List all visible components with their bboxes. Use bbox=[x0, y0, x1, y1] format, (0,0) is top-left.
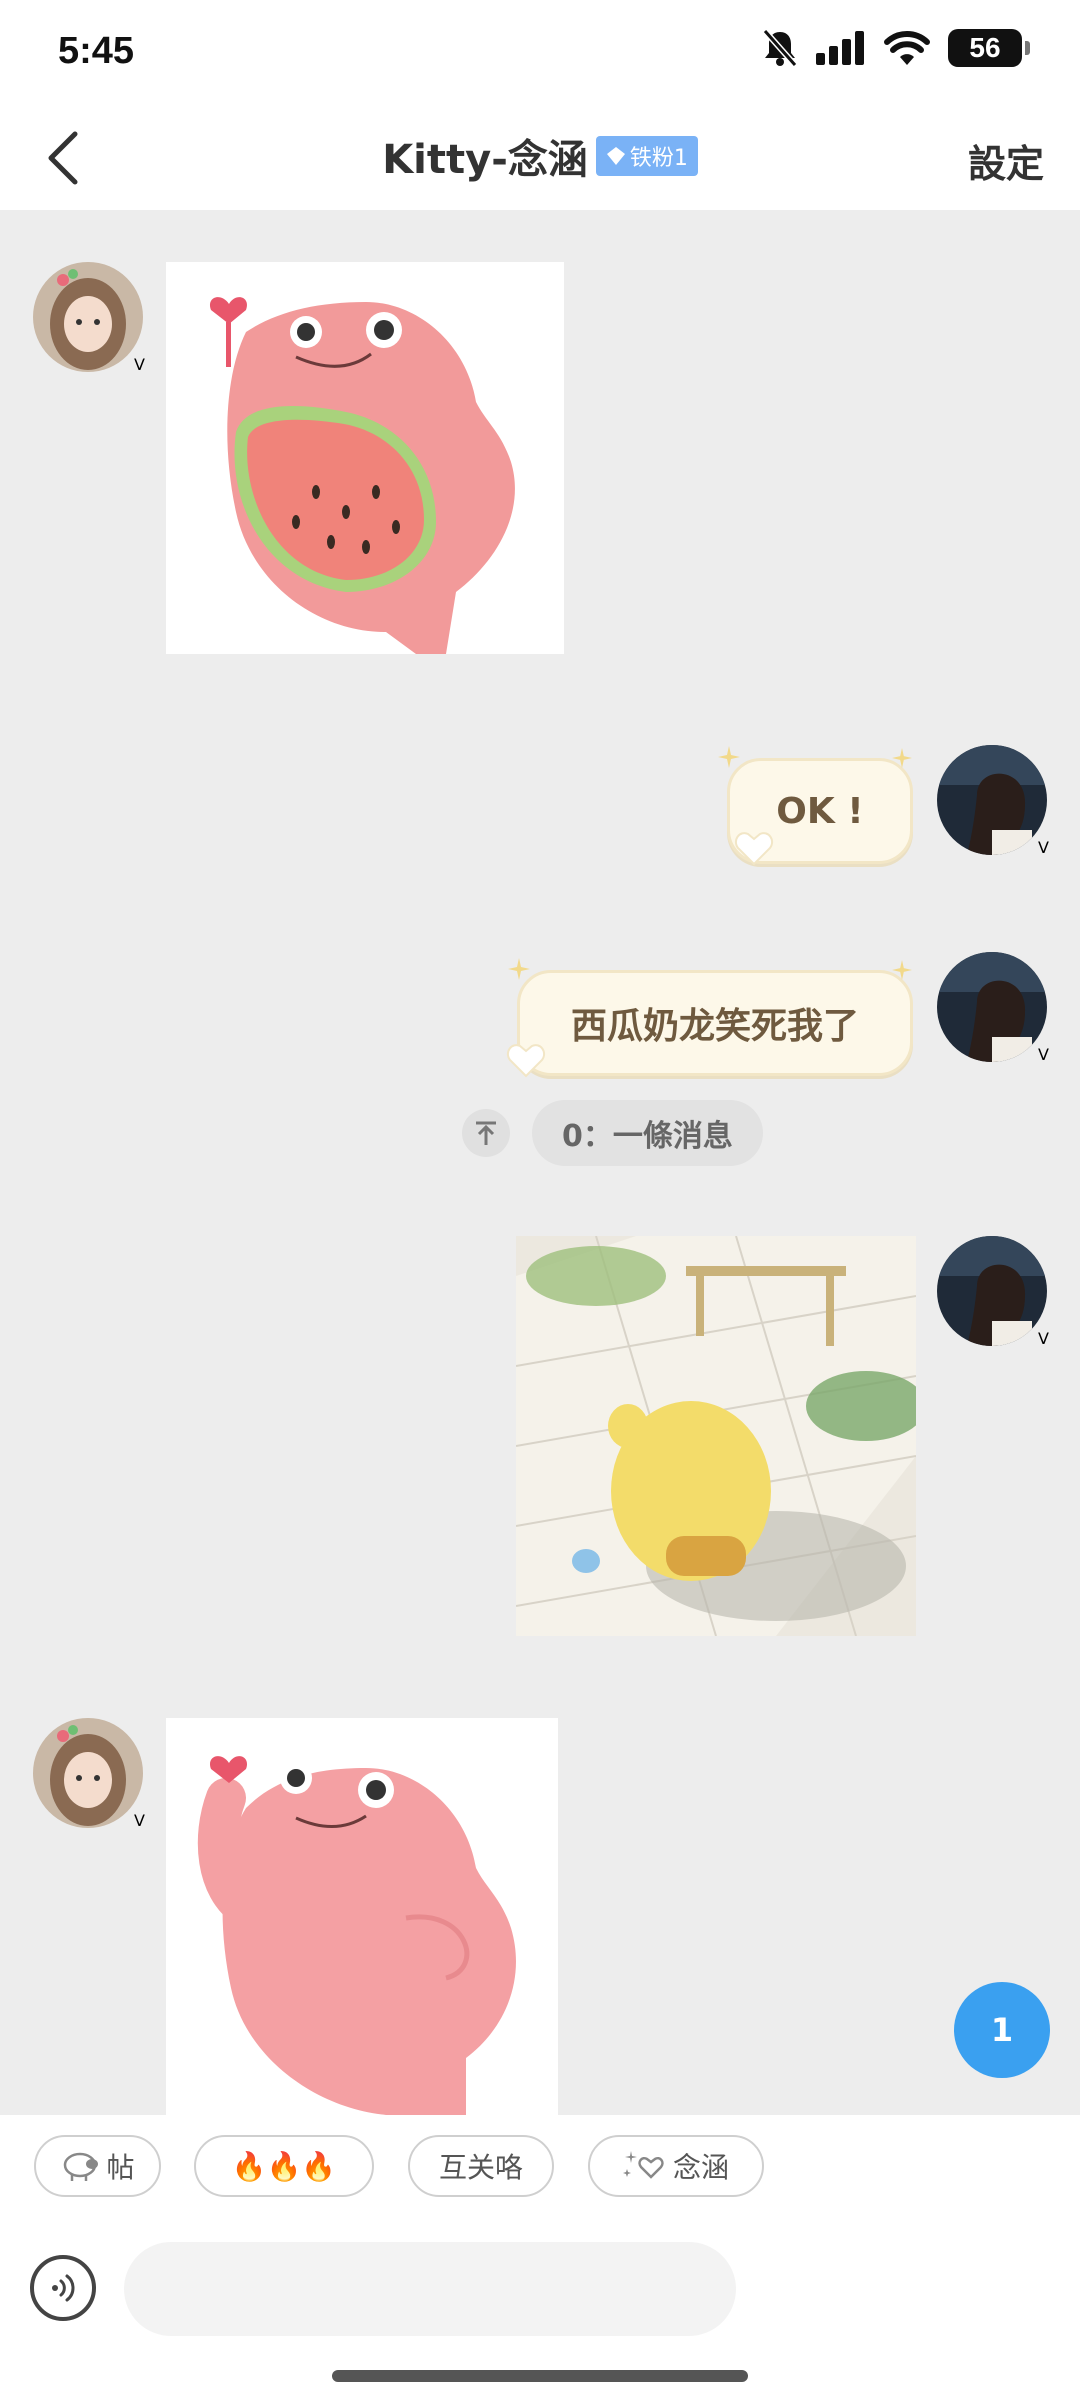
read-status-row: 0：一條消息 bbox=[462, 1100, 763, 1166]
heart-icon bbox=[734, 832, 774, 866]
chat-area[interactable]: V V OK ! V 西瓜奶龙笑死我了 0：一條消息 V V bbox=[0, 210, 1080, 2115]
contact-avatar[interactable]: V bbox=[33, 1718, 145, 1830]
pink-blob-sticker-image bbox=[166, 1718, 558, 2115]
battery-icon: 56 bbox=[948, 29, 1030, 67]
quick-reply-chip[interactable]: 互关咯 bbox=[408, 2135, 554, 2197]
fan-badge-label: 铁粉1 bbox=[629, 146, 688, 171]
scroll-top-icon[interactable] bbox=[462, 1109, 510, 1157]
avatar bbox=[937, 745, 1047, 855]
my-avatar[interactable]: V bbox=[937, 1236, 1049, 1348]
mute-bell-icon bbox=[762, 29, 798, 67]
voice-button[interactable] bbox=[30, 2255, 96, 2321]
message-input[interactable] bbox=[124, 2242, 736, 2336]
quick-reply-label: 念涵 bbox=[672, 2151, 729, 2184]
diamond-icon bbox=[606, 147, 625, 165]
verified-badge: V bbox=[1038, 1329, 1049, 1348]
signal-icon bbox=[816, 31, 864, 65]
avatar bbox=[937, 952, 1047, 1062]
sparkle-icon bbox=[718, 746, 740, 768]
quick-reply-label: 互关咯 bbox=[438, 2151, 523, 2184]
sticker-message[interactable] bbox=[166, 262, 564, 654]
my-avatar[interactable]: V bbox=[937, 745, 1049, 857]
quick-reply-label: 🔥🔥🔥 bbox=[231, 2149, 337, 2183]
verified-badge: V bbox=[1038, 1045, 1049, 1064]
unread-count-button[interactable]: 1 bbox=[954, 1982, 1050, 2078]
sparkle-heart-icon bbox=[622, 2151, 664, 2179]
quick-reply-chip[interactable]: 念涵 bbox=[588, 2135, 764, 2197]
sparkle-icon bbox=[892, 748, 912, 768]
sticker-message[interactable] bbox=[166, 1718, 558, 2115]
verified-badge: V bbox=[134, 1811, 145, 1830]
verified-badge: V bbox=[134, 355, 145, 374]
read-status-text: 0：一條消息 bbox=[532, 1100, 763, 1166]
wifi-icon bbox=[884, 31, 930, 65]
quick-reply-chip[interactable]: 🔥🔥🔥 bbox=[194, 2135, 374, 2197]
sparkle-icon bbox=[892, 960, 912, 980]
chat-title: Kitty-念涵 bbox=[382, 137, 588, 183]
settings-button[interactable]: 設定 bbox=[968, 133, 1044, 188]
yellow-creature-sticker-image bbox=[515, 1235, 926, 1637]
sticker-bubble: 西瓜奶龙笑死我了 bbox=[517, 970, 913, 1076]
sticker-message[interactable] bbox=[515, 1235, 926, 1637]
battery-level: 56 bbox=[969, 32, 1001, 63]
status-bar: 5:45 56 bbox=[0, 0, 1080, 105]
text-sticker-message[interactable]: 西瓜奶龙笑死我了 bbox=[506, 958, 913, 1078]
voice-icon bbox=[52, 2274, 75, 2302]
avatar bbox=[33, 1718, 143, 1828]
pink-watermelon-sticker-image bbox=[166, 262, 564, 654]
my-avatar[interactable]: V bbox=[937, 952, 1049, 1064]
sparkle-icon bbox=[508, 958, 530, 980]
sheep-icon bbox=[64, 2152, 99, 2181]
contact-avatar[interactable]: V bbox=[33, 262, 145, 374]
home-indicator bbox=[332, 2370, 748, 2382]
status-icons: 56 bbox=[762, 28, 1030, 68]
bottom-bar: 帖 🔥🔥🔥 互关咯 念涵 bbox=[0, 2115, 1080, 2400]
title-group: Kitty-念涵 铁粉1 bbox=[0, 127, 1080, 185]
text-sticker-message[interactable]: OK ! bbox=[718, 746, 913, 866]
heart-icon bbox=[506, 1044, 546, 1078]
quick-reply-label: 帖 bbox=[106, 2151, 135, 2184]
avatar bbox=[937, 1236, 1047, 1346]
avatar bbox=[33, 262, 143, 372]
nav-bar: Kitty-念涵 铁粉1 設定 bbox=[0, 105, 1080, 210]
fan-badge: 铁粉1 bbox=[595, 136, 698, 176]
verified-badge: V bbox=[1038, 838, 1049, 857]
status-time: 5:45 bbox=[58, 30, 135, 72]
quick-reply-chip[interactable]: 帖 bbox=[34, 2135, 161, 2197]
